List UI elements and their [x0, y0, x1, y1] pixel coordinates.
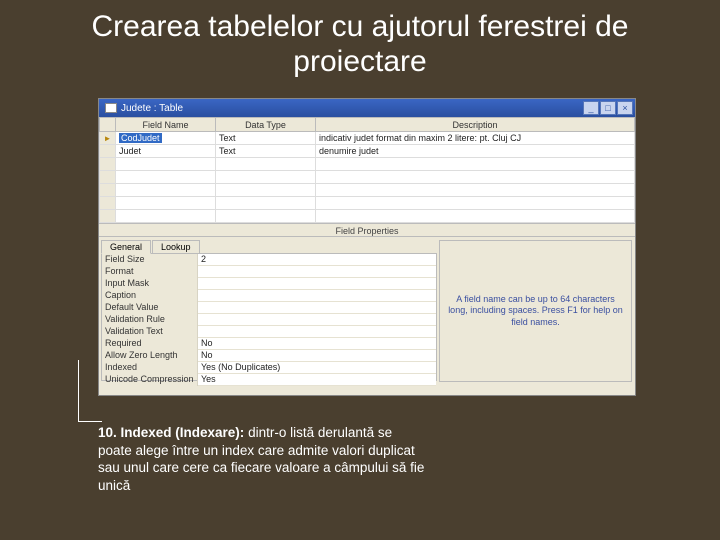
field-name-cell[interactable]: CodJudet	[116, 132, 216, 145]
field-name-cell[interactable]: Judet	[116, 145, 216, 158]
close-button[interactable]: ×	[617, 101, 633, 115]
col-data-type[interactable]: Data Type	[216, 118, 316, 132]
data-type-cell[interactable]: Text	[216, 145, 316, 158]
field-properties-label: Field Properties	[99, 223, 635, 237]
tab-lookup[interactable]: Lookup	[152, 240, 200, 254]
col-description[interactable]: Description	[316, 118, 635, 132]
caption-lead: 10. Indexed (Indexare):	[98, 425, 244, 440]
prop-unicode-compression[interactable]: Unicode CompressionYes	[102, 374, 436, 386]
tab-general[interactable]: General	[101, 240, 151, 254]
row-selector	[100, 145, 116, 158]
properties-panel: Field Size2 Format Input Mask Caption De…	[101, 253, 437, 381]
minimize-button[interactable]: _	[583, 101, 599, 115]
slide-caption: 10. Indexed (Indexare): dintr-o listă de…	[98, 424, 428, 494]
row-selector-header	[100, 118, 116, 132]
prop-input-mask[interactable]: Input Mask	[102, 278, 436, 290]
window-buttons: _ □ ×	[583, 101, 633, 115]
property-tabs: General Lookup	[101, 239, 437, 253]
description-cell[interactable]: indicativ judet format din maxim 2 liter…	[316, 132, 635, 145]
table-row[interactable]: ► CodJudet Text indicativ judet format d…	[100, 132, 635, 145]
prop-caption[interactable]: Caption	[102, 290, 436, 302]
callout-connector	[78, 360, 102, 422]
window-title: Judete : Table	[121, 103, 183, 114]
fields-grid[interactable]: Field Name Data Type Description ► CodJu…	[99, 117, 635, 223]
prop-indexed[interactable]: IndexedYes (No Duplicates)	[102, 362, 436, 374]
prop-field-size[interactable]: Field Size2	[102, 254, 436, 266]
col-field-name[interactable]: Field Name	[116, 118, 216, 132]
prop-default-value[interactable]: Default Value	[102, 302, 436, 314]
slide-title: Crearea tabelelor cu ajutorul ferestrei …	[0, 0, 720, 85]
prop-validation-rule[interactable]: Validation Rule	[102, 314, 436, 326]
prop-allow-zero-length[interactable]: Allow Zero LengthNo	[102, 350, 436, 362]
helper-text: A field name can be up to 64 characters …	[439, 240, 632, 382]
description-cell[interactable]: denumire judet	[316, 145, 635, 158]
prop-format[interactable]: Format	[102, 266, 436, 278]
prop-required[interactable]: RequiredNo	[102, 338, 436, 350]
table-row[interactable]: Judet Text denumire judet	[100, 145, 635, 158]
table-design-window: Judete : Table _ □ × Field Name Data Typ…	[98, 98, 636, 396]
table-row[interactable]	[100, 210, 635, 223]
data-type-cell[interactable]: Text	[216, 132, 316, 145]
primary-key-icon: ►	[100, 132, 116, 145]
table-icon	[105, 103, 117, 113]
table-row[interactable]	[100, 197, 635, 210]
prop-validation-text[interactable]: Validation Text	[102, 326, 436, 338]
maximize-button[interactable]: □	[600, 101, 616, 115]
window-titlebar: Judete : Table _ □ ×	[99, 99, 635, 117]
table-row[interactable]	[100, 158, 635, 171]
table-row[interactable]	[100, 171, 635, 184]
table-row[interactable]	[100, 184, 635, 197]
